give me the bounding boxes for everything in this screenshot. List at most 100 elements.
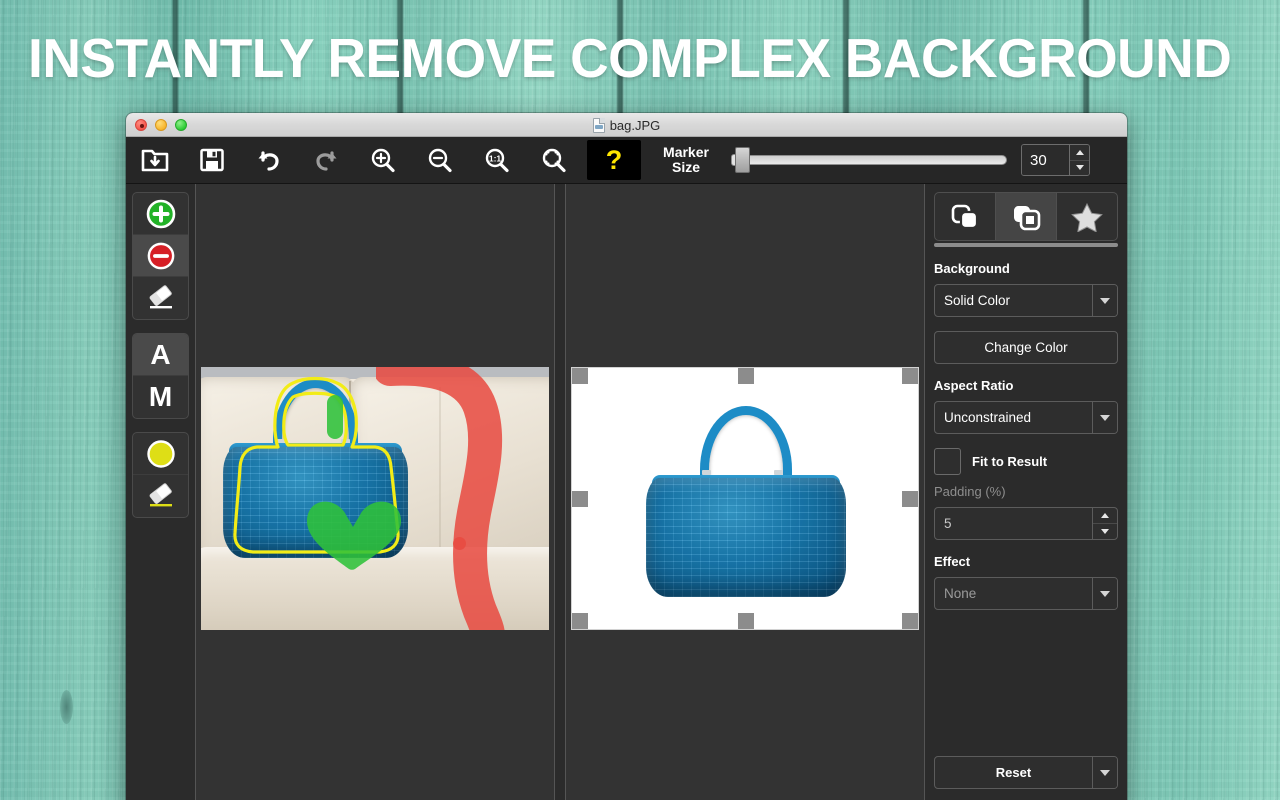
redo-icon[interactable] xyxy=(297,137,354,184)
main-toolbar: 1:1 ? Marker Size 30 xyxy=(126,137,1127,184)
headline-text: INSTANTLY REMOVE COMPLEX BACKGROUND xyxy=(28,27,1232,89)
tab-effects[interactable] xyxy=(1057,193,1117,240)
minus-circle-red-icon xyxy=(147,242,174,269)
outline-color-tool[interactable] xyxy=(133,433,188,475)
zoom-fit-icon[interactable] xyxy=(525,137,582,184)
padding-stepper[interactable]: 5 xyxy=(934,507,1118,540)
aspect-ratio-select[interactable]: Unconstrained xyxy=(934,401,1118,434)
wood-knot xyxy=(60,690,73,724)
chevron-down-icon[interactable] xyxy=(1092,578,1117,609)
document-icon xyxy=(592,117,605,133)
marker-size-value[interactable]: 30 xyxy=(1022,145,1069,175)
zoom-out-icon[interactable] xyxy=(411,137,468,184)
chevron-down-icon[interactable] xyxy=(1092,285,1117,316)
change-color-button[interactable]: Change Color xyxy=(934,331,1118,364)
mode-tool-group: A M xyxy=(132,333,189,419)
effect-select[interactable]: None xyxy=(934,577,1118,610)
fit-to-result-row[interactable]: Fit to Result xyxy=(934,448,1118,475)
crop-handle-bottom-right[interactable] xyxy=(902,612,918,629)
reset-button[interactable]: Reset xyxy=(934,756,1118,789)
fit-to-result-label: Fit to Result xyxy=(972,454,1048,469)
mark-foreground-tool[interactable] xyxy=(133,193,188,235)
chevron-down-icon[interactable] xyxy=(1092,402,1117,433)
letter-a-icon: A xyxy=(150,338,171,370)
reset-label: Reset xyxy=(995,765,1032,780)
result-image-box[interactable] xyxy=(571,366,919,630)
marker-size-label: Marker Size xyxy=(655,145,717,175)
outline-tool-group xyxy=(132,432,189,518)
foreground-marker-stroke xyxy=(327,394,343,439)
marker-tool-group xyxy=(132,192,189,320)
manual-mode-tool[interactable]: M xyxy=(133,376,188,418)
crop-handle-top-left[interactable] xyxy=(572,367,588,384)
plus-circle-green-icon xyxy=(146,199,175,228)
star-icon xyxy=(1071,202,1103,232)
stepper-up-icon[interactable] xyxy=(1070,145,1089,161)
erase-outline-tool[interactable] xyxy=(133,475,188,517)
marker-size-slider[interactable] xyxy=(727,145,1007,175)
eraser-icon xyxy=(149,285,172,309)
padding-down-icon[interactable] xyxy=(1093,524,1117,539)
erase-marker-tool[interactable] xyxy=(133,277,188,319)
effect-value: None xyxy=(944,586,977,601)
help-button[interactable]: ? xyxy=(587,140,641,180)
panel-spacer xyxy=(934,624,1118,756)
window-title: bag.JPG xyxy=(609,117,661,133)
window-body: A M Background Solid Color Change Color … xyxy=(126,184,1127,800)
yellow-circle-icon xyxy=(146,439,175,468)
source-canvas[interactable] xyxy=(195,184,555,800)
chevron-down-icon[interactable] xyxy=(1092,757,1117,788)
zoom-in-icon[interactable] xyxy=(354,137,411,184)
marker-size-label-line2: Size xyxy=(671,159,700,175)
zoom-actual-size-icon[interactable]: 1:1 xyxy=(468,137,525,184)
slider-track xyxy=(743,155,1007,165)
crop-handle-middle-left[interactable] xyxy=(572,490,588,507)
marker-size-label-line1: Marker xyxy=(663,144,709,160)
background-section-label: Background xyxy=(934,261,1010,276)
stepper-down-icon[interactable] xyxy=(1070,161,1089,176)
crop-handle-middle-right[interactable] xyxy=(902,490,918,507)
result-canvas[interactable] xyxy=(565,184,925,800)
letter-m-icon: M xyxy=(148,381,173,412)
stacked-squares-outline-icon xyxy=(1014,205,1041,230)
crop-handle-bottom-center[interactable] xyxy=(738,612,754,629)
open-file-icon[interactable] xyxy=(126,137,183,184)
padding-label: Padding (%) xyxy=(934,484,1006,499)
undo-icon[interactable] xyxy=(240,137,297,184)
mark-background-tool[interactable] xyxy=(133,235,188,277)
slider-knob[interactable] xyxy=(735,147,750,173)
crop-handle-top-center[interactable] xyxy=(738,367,754,384)
marker-size-arrows xyxy=(1069,145,1089,175)
tab-background[interactable] xyxy=(996,193,1057,240)
aspect-ratio-label: Aspect Ratio xyxy=(934,378,1014,393)
tab-layers[interactable] xyxy=(935,193,996,240)
handbag-result xyxy=(646,405,846,598)
crop-handle-bottom-left[interactable] xyxy=(572,612,588,629)
title-area: bag.JPG xyxy=(126,113,1127,137)
source-photo xyxy=(201,366,549,630)
background-type-select[interactable]: Solid Color xyxy=(934,284,1118,317)
minimize-button[interactable] xyxy=(155,118,167,131)
panel-tab-bar xyxy=(934,192,1118,241)
window-controls xyxy=(135,118,187,131)
background-type-value: Solid Color xyxy=(944,293,1011,308)
padding-arrows xyxy=(1092,508,1117,539)
stacked-squares-rounded-icon xyxy=(951,204,979,229)
marker-size-stepper[interactable]: 30 xyxy=(1021,144,1090,176)
title-bar: bag.JPG xyxy=(126,113,1127,137)
help-icon: ? xyxy=(605,144,623,175)
auto-mode-tool[interactable]: A xyxy=(133,334,188,376)
padding-value[interactable]: 5 xyxy=(935,508,1092,539)
eraser-yellow-icon xyxy=(149,483,172,507)
save-icon[interactable] xyxy=(183,137,240,184)
effect-label: Effect xyxy=(934,554,971,569)
zoom-button[interactable] xyxy=(175,118,187,131)
close-button[interactable] xyxy=(135,118,147,131)
padding-up-icon[interactable] xyxy=(1093,508,1117,524)
crop-handle-top-right[interactable] xyxy=(902,367,918,384)
panel-tab-underline xyxy=(934,243,1118,247)
handbag-body xyxy=(646,478,846,598)
fit-to-result-checkbox[interactable] xyxy=(934,448,961,475)
background-marker-dot xyxy=(453,536,466,550)
background-marker-stroke xyxy=(376,366,505,630)
